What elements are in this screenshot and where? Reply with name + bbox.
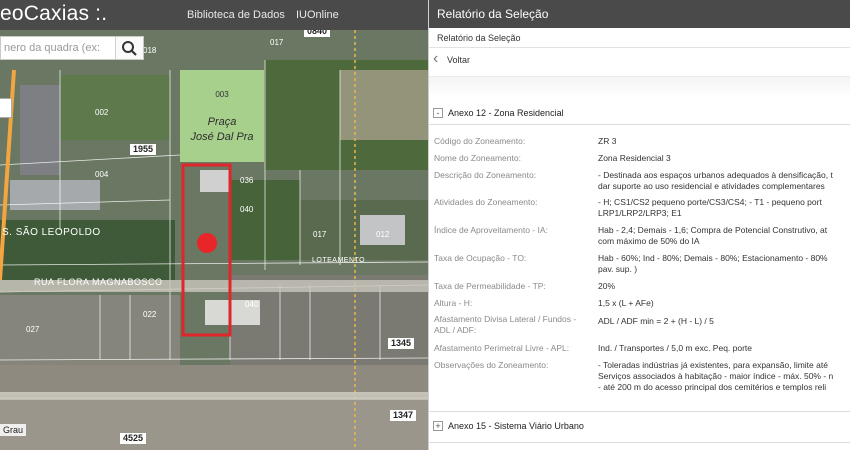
- lot-number: 040: [245, 300, 259, 309]
- attr-val-nome: Zona Residencial 3: [598, 153, 671, 163]
- section-divider: [429, 442, 850, 443]
- attr-val-atividades-2: LRP1/LRP2/LRP3; E1: [598, 208, 682, 218]
- street-code-0840: 0840: [304, 30, 331, 37]
- panel-breadcrumb: Relatório da Seleção: [429, 28, 850, 48]
- map-tool-handle[interactable]: [0, 98, 12, 118]
- street-name-label: RUA FLORA MAGNABOSCO: [34, 277, 163, 287]
- section-anexo-15-label: Anexo 15 - Sistema Viário Urbano: [448, 421, 584, 431]
- app-logo[interactable]: eoCaxias :.: [0, 2, 107, 26]
- attr-key-apl: Afastamento Perimetral Livre - APL:: [434, 343, 570, 353]
- lot-number: 027: [26, 325, 40, 334]
- attr-val-descricao: - Destinada aos espaços urbanos adequado…: [598, 170, 833, 180]
- attr-key-adl: Afastamento Divisa Lateral / Fundos - AD…: [434, 314, 577, 335]
- attr-key-nome: Nome do Zoneamento:: [434, 153, 521, 163]
- attr-val-atividades: - H; CS1/CS2 pequeno porte/CS3/CS4; - T1…: [598, 197, 822, 207]
- attr-val-observacoes: - Toleradas indústrias já existentes, pa…: [598, 360, 828, 370]
- search-box: [0, 36, 144, 60]
- bairro-label: S. SÃO LEOPOLDO: [2, 227, 101, 238]
- street-code-1345: 1345: [388, 338, 415, 349]
- lot-number: 017: [270, 38, 284, 47]
- street-code-1347: 1347: [390, 410, 417, 421]
- search-button[interactable]: [115, 37, 143, 59]
- lot-number: 022: [143, 310, 157, 319]
- panel-title: Relatório da Seleção: [429, 0, 850, 28]
- attr-val-codigo: ZR 3: [598, 136, 617, 146]
- lot-number: 017: [313, 230, 327, 239]
- search-icon: [122, 41, 137, 56]
- attr-key-descricao: Descrição do Zoneamento:: [434, 170, 537, 180]
- lot-number: 004: [95, 170, 109, 179]
- lot-number: 012: [376, 230, 390, 239]
- nav-iuonline[interactable]: IUOnline: [296, 9, 339, 21]
- attr-val-ia-2: com máximo de 50% do IA: [598, 236, 700, 246]
- lot-number: 002: [95, 108, 109, 117]
- attr-key-observacoes: Observações do Zoneamento:: [434, 360, 549, 370]
- praca-label: Praça José Dal Pra: [180, 115, 264, 145]
- expand-icon[interactable]: +: [433, 421, 443, 431]
- praca-lot-id: 003: [215, 90, 229, 99]
- scale-label: Grau: [0, 424, 27, 436]
- attr-key-to: Taxa de Ocupação - TO:: [434, 253, 527, 263]
- street-code-1955: 1955: [130, 144, 157, 155]
- attr-val-observacoes-3: - até 200 m do acesso principal dos cemi…: [598, 382, 827, 392]
- section-divider: [429, 411, 850, 412]
- map-view[interactable]: 003 Praça José Dal Pra 1955 0840 1345 13…: [0, 30, 428, 450]
- praca-label-line1: Praça: [207, 116, 237, 128]
- search-input[interactable]: [1, 37, 115, 59]
- nav-biblioteca-de-dados[interactable]: Biblioteca de Dados: [187, 9, 285, 21]
- lot-number: 036: [240, 176, 254, 185]
- attr-val-adl: ADL / ADF min = 2 + (H - L) / 5: [598, 316, 714, 326]
- attr-val-to-2: pav. sup. ): [598, 264, 638, 274]
- attr-key-ia: Índice de Aproveitamento - IA:: [434, 225, 548, 235]
- collapse-icon[interactable]: -: [433, 108, 443, 118]
- attr-val-to: Hab - 60%; Ind - 80%; Demais - 80%; Esta…: [598, 253, 828, 263]
- attr-val-tp: 20%: [598, 281, 616, 291]
- attr-val-observacoes-2: Serviços associados à habitação - maior …: [598, 371, 834, 381]
- attr-val-ia: Hab - 2,4; Demais - 1,6; Compra de Poten…: [598, 225, 828, 235]
- back-button-label: Voltar: [447, 55, 471, 65]
- attr-key-altura: Altura - H:: [434, 298, 473, 308]
- attr-key-tp: Taxa de Permeabilidade - TP:: [434, 281, 546, 291]
- lot-number: 040: [240, 205, 254, 214]
- attr-val-altura: 1,5 x (L + AFe): [598, 298, 654, 308]
- loteamento-label: LOTEAMENTO: [312, 257, 366, 264]
- street-code-4525: 4525: [120, 433, 147, 444]
- attr-val-apl: Ind. / Transportes / 5,0 m exc. Peq. por…: [598, 343, 753, 353]
- praca-label-line2: José Dal Pra: [190, 131, 254, 143]
- selection-report-panel: Relatório da Seleção Relatório da Seleçã…: [428, 0, 850, 450]
- lot-number: 018: [143, 46, 157, 55]
- chevron-left-icon: ‹: [433, 50, 439, 67]
- panel-separator: [429, 76, 850, 98]
- attr-key-codigo: Código do Zoneamento:: [434, 136, 526, 146]
- section-anexo-12-label: Anexo 12 - Zona Residencial: [448, 108, 564, 118]
- section-divider: [429, 124, 850, 125]
- attr-val-descricao-2: dar suporte ao uso residencial e ativida…: [598, 181, 825, 191]
- attr-key-atividades: Atividades do Zoneamento:: [434, 197, 538, 207]
- top-nav-bar: eoCaxias :. Biblioteca de Dados IUOnline: [0, 0, 428, 30]
